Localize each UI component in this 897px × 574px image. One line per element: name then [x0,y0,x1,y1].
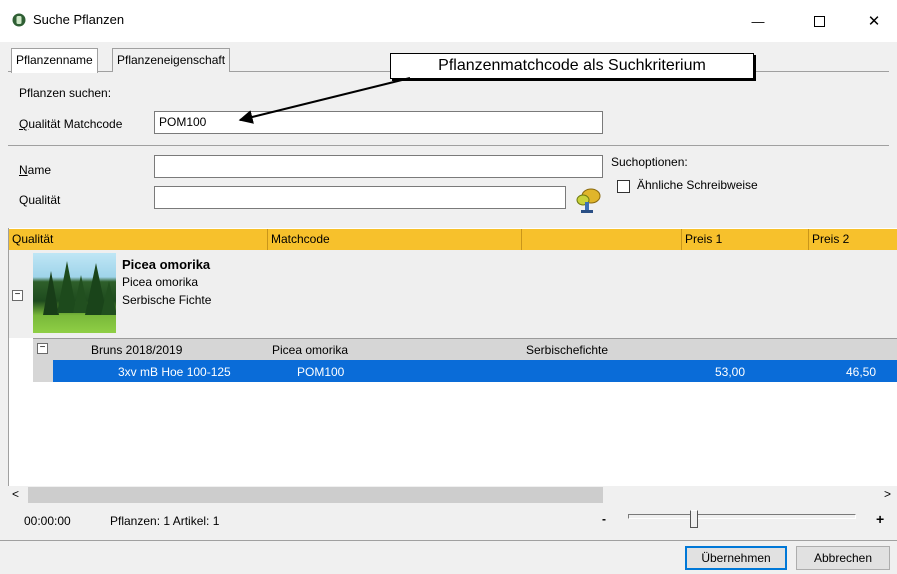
app-icon [12,13,26,27]
apply-button[interactable]: Übernehmen [685,546,787,570]
callout-annotation: Pflanzenmatchcode als Suchkriterium [390,53,754,79]
row-quality: 3xv mB Hoe 100-125 [118,365,231,379]
zoom-slider[interactable] [628,514,856,519]
row-gutter [33,360,53,382]
column-header-matchcode[interactable]: Matchcode [268,229,522,250]
scrollbar-thumb[interactable] [28,487,603,503]
minimize-icon: — [751,13,765,29]
matchcode-label: Qualität Matchcode [19,117,123,131]
search-options-label: Suchoptionen: [611,155,688,169]
row-matchcode: POM100 [297,365,345,379]
matchcode-input[interactable]: POM100 [154,111,603,134]
similar-spelling-label: Ähnliche Schreibweise [637,178,758,192]
status-counts: Pflanzen: 1 Artikel: 1 [110,514,220,528]
scroll-right-icon[interactable]: > [884,487,891,501]
close-button[interactable]: ✕ [851,0,897,42]
plant-name-latin: Picea omorika [122,275,199,289]
catalog-matchcode: Picea omorika [272,343,349,357]
similar-spelling-checkbox[interactable] [617,180,630,193]
plant-lookup-button[interactable] [573,186,603,214]
quality-label: Qualität [19,193,61,207]
plant-collapse-icon[interactable]: − [12,290,23,301]
search-section-label: Pflanzen suchen: [19,86,112,100]
window-title: Suche Pflanzen [33,12,125,27]
row-price1: 53,00 [714,365,745,379]
catalog-extra: Serbischefichte [526,343,609,357]
plant-name-bold: Picea omorika [122,257,211,272]
column-header-price2[interactable]: Preis 2 [809,229,897,250]
quality-input[interactable] [154,186,566,209]
maximize-button[interactable] [796,0,842,42]
scroll-left-icon[interactable]: < [12,487,19,501]
maximize-icon [813,15,825,27]
column-header-blank[interactable] [522,229,682,250]
status-time: 00:00:00 [24,514,71,528]
footer-divider [0,540,897,541]
plant-name-german: Serbische Fichte [122,293,212,307]
zoom-slider-thumb[interactable] [689,510,698,528]
name-label: Name [19,163,52,177]
section-divider [8,145,889,146]
zoom-in-button[interactable]: + [876,511,884,527]
tab-pflanzeneigenschaft[interactable]: Pflanzeneigenschaft [112,48,231,72]
cancel-button[interactable]: Abbrechen [796,546,890,570]
catalog-collapse-icon[interactable]: − [37,343,48,354]
column-header-price1[interactable]: Preis 1 [682,229,809,250]
tab-pflanzenname[interactable]: Pflanzenname [11,48,98,73]
minimize-button[interactable]: — [735,0,781,42]
zoom-out-button[interactable]: - [602,512,606,526]
plant-thumbnail [33,253,117,333]
catalog-name: Bruns 2018/2019 [91,343,183,357]
close-icon: ✕ [867,13,881,30]
column-header-quality[interactable]: Qualität [9,229,268,250]
plant-lookup-icon [576,188,601,213]
name-input[interactable] [154,155,603,178]
row-price2: 46,50 [845,365,876,379]
